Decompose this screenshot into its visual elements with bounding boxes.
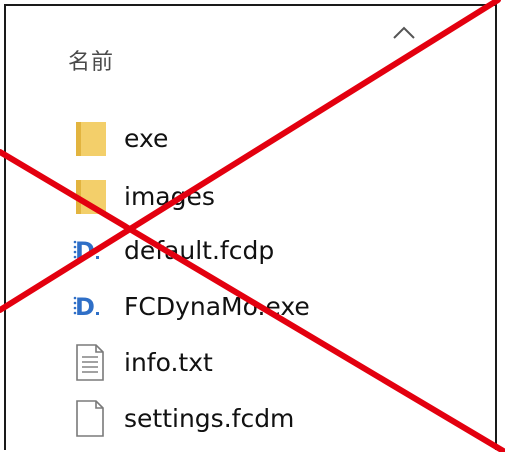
file-name: FCDynaMo.exe <box>124 291 310 321</box>
blank-file-icon <box>72 398 112 438</box>
list-item-images[interactable]: images <box>72 176 452 216</box>
file-name: default.fcdp <box>124 235 275 265</box>
file-name: settings.fcdm <box>124 403 295 433</box>
file-name: images <box>124 181 215 211</box>
fcd-app-icon: D <box>72 286 112 326</box>
svg-text:D: D <box>75 293 95 321</box>
folder-icon <box>72 118 112 158</box>
file-name: exe <box>124 123 169 153</box>
list-item-info-txt[interactable]: info.txt <box>72 342 452 382</box>
sort-ascending-icon[interactable] <box>390 24 418 44</box>
file-name: info.txt <box>124 347 213 377</box>
file-list-pane: 名前 exe images D default.fcdp D FCDynaMo.… <box>4 4 497 450</box>
folder-icon <box>72 176 112 216</box>
list-item-fcdynamo-exe[interactable]: D FCDynaMo.exe <box>72 286 452 326</box>
svg-text:D: D <box>75 237 95 265</box>
fcd-file-icon: D <box>72 230 112 270</box>
text-file-icon <box>72 342 112 382</box>
list-item-settings-fcdm[interactable]: settings.fcdm <box>72 398 452 438</box>
name-column-header[interactable]: 名前 <box>68 44 114 76</box>
list-item-exe[interactable]: exe <box>72 118 452 158</box>
list-item-default-fcdp[interactable]: D default.fcdp <box>72 230 452 270</box>
